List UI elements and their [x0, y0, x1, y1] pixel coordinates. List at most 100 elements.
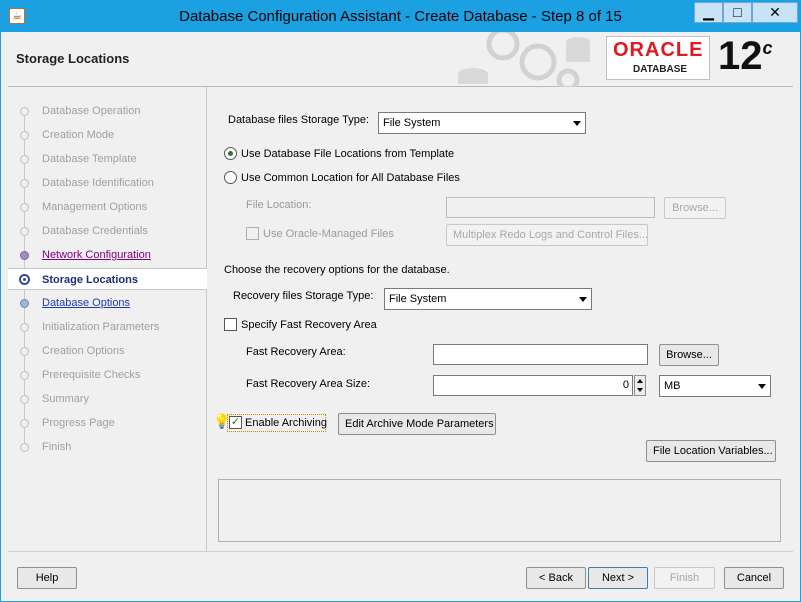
- nav-step-creation-options: Creation Options: [8, 340, 207, 362]
- fast-recovery-area-browse-button[interactable]: Browse...: [659, 344, 719, 366]
- db-storage-type-select[interactable]: File System: [378, 112, 586, 134]
- recovery-storage-type-select[interactable]: File System: [384, 288, 592, 310]
- step-status-dot-icon: [20, 107, 29, 116]
- main-content: Database files Storage Type: File System…: [208, 87, 793, 551]
- nav-step-initialization-parameters: Initialization Parameters: [8, 316, 207, 338]
- wizard-footer: Help < Back Next > Finish Cancel: [8, 551, 793, 596]
- file-location-browse-button[interactable]: Browse...: [664, 197, 726, 219]
- nav-step-prerequisite-checks: Prerequisite Checks: [8, 364, 207, 386]
- file-location-input[interactable]: [446, 197, 655, 218]
- edit-archive-mode-button[interactable]: Edit Archive Mode Parameters: [338, 413, 496, 435]
- nav-step-finish: Finish: [8, 436, 207, 458]
- nav-step-label[interactable]: Database Options: [42, 292, 130, 314]
- nav-step-progress-page: Progress Page: [8, 412, 207, 434]
- db-storage-type-label: Database files Storage Type:: [228, 114, 370, 126]
- gears-graphic-icon: [458, 32, 590, 87]
- oracle-product-text: DATABASE: [633, 64, 688, 75]
- step-status-dot-icon: [20, 251, 29, 260]
- recovery-storage-type-value: File System: [389, 293, 447, 305]
- step-status-dot-icon: [20, 371, 29, 380]
- step-status-dot-icon: [20, 347, 29, 356]
- step-status-dot-icon: [20, 323, 29, 332]
- recovery-options-heading: Choose the recovery options for the data…: [224, 264, 450, 276]
- nav-step-label: Database Operation: [42, 105, 141, 117]
- dbca-window: ☕ Database Configuration Assistant - Cre…: [0, 0, 801, 602]
- nav-step-label: Database Identification: [42, 177, 154, 189]
- nav-step-database-operation: Database Operation: [8, 100, 207, 122]
- step-status-dot-icon: [20, 443, 29, 452]
- nav-step-label: Management Options: [42, 201, 148, 213]
- step-status-dot-icon: [20, 227, 29, 236]
- nav-step-label: Creation Mode: [42, 129, 115, 141]
- oracle-managed-files-checkbox[interactable]: [246, 227, 259, 240]
- file-location-variables-button[interactable]: File Location Variables...: [646, 440, 776, 462]
- next-button[interactable]: Next >: [588, 567, 648, 589]
- version-badge: 12c: [718, 34, 773, 79]
- fast-recovery-size-spinner[interactable]: [634, 375, 646, 396]
- nav-step-management-options: Management Options: [8, 196, 207, 218]
- maximize-button[interactable]: □: [723, 2, 752, 23]
- page-title: Storage Locations: [16, 51, 130, 66]
- spinner-up-icon[interactable]: [637, 379, 643, 383]
- radio-use-template-label[interactable]: Use Database File Locations from Templat…: [241, 148, 454, 160]
- file-location-label: File Location:: [246, 199, 312, 211]
- step-status-dot-icon: [20, 179, 29, 188]
- radio-use-template-locations[interactable]: [224, 147, 237, 160]
- nav-step-label: Summary: [42, 393, 90, 405]
- step-navigation: Database Operation Creation Mode Database …: [8, 87, 207, 551]
- spinner-down-icon[interactable]: [637, 388, 643, 392]
- fast-recovery-unit-value: MB: [664, 380, 681, 392]
- fast-recovery-area-label: Fast Recovery Area:: [246, 346, 346, 358]
- enable-archiving-label[interactable]: Enable Archiving: [245, 417, 327, 429]
- db-storage-type-value: File System: [383, 117, 441, 129]
- step-status-dot-icon: [20, 419, 29, 428]
- fast-recovery-area-input[interactable]: [433, 344, 648, 365]
- nav-step-label: Finish: [42, 441, 72, 453]
- fast-recovery-area-checkbox[interactable]: [224, 318, 237, 331]
- minimize-button[interactable]: ▁: [694, 2, 723, 23]
- chevron-down-icon: [579, 297, 587, 302]
- page-header: Storage Locations ORACLE DATABASE 12c: [8, 32, 793, 87]
- recovery-storage-type-label: Recovery files Storage Type:: [233, 290, 374, 302]
- title-bar[interactable]: ☕ Database Configuration Assistant - Cre…: [1, 1, 800, 32]
- fast-recovery-area-check-label[interactable]: Specify Fast Recovery Area: [241, 319, 377, 331]
- nav-step-summary: Summary: [8, 388, 207, 410]
- finish-button[interactable]: Finish: [654, 567, 715, 589]
- nav-step-label[interactable]: Storage Locations: [42, 269, 138, 291]
- nav-step-creation-mode: Creation Mode: [8, 124, 207, 146]
- nav-step-network-configuration[interactable]: Network Configuration: [8, 244, 207, 266]
- version-suffix: c: [762, 38, 773, 58]
- version-number: 12: [718, 34, 763, 78]
- radio-use-common-location[interactable]: [224, 171, 237, 184]
- nav-step-database-options[interactable]: Database Options: [8, 292, 207, 314]
- message-pane: [218, 479, 781, 542]
- nav-step-label: Progress Page: [42, 417, 115, 429]
- oracle-managed-files-label: Use Oracle-Managed Files: [263, 228, 394, 240]
- nav-step-label: Creation Options: [42, 345, 125, 357]
- step-status-dot-icon: [19, 274, 30, 285]
- radio-use-common-label[interactable]: Use Common Location for All Database Fil…: [241, 172, 460, 184]
- nav-step-storage-locations[interactable]: Storage Locations: [8, 268, 207, 290]
- chevron-down-icon: [573, 121, 581, 126]
- fast-recovery-size-label: Fast Recovery Area Size:: [246, 378, 371, 390]
- window-title: Database Configuration Assistant - Creat…: [179, 8, 622, 25]
- fast-recovery-size-input[interactable]: 0: [433, 375, 633, 396]
- step-status-dot-icon: [20, 299, 29, 308]
- close-button[interactable]: ✕: [752, 2, 798, 23]
- oracle-brand-text: ORACLE: [613, 39, 704, 61]
- help-button[interactable]: Help: [17, 567, 77, 589]
- fast-recovery-unit-select[interactable]: MB: [659, 375, 771, 397]
- nav-step-label[interactable]: Network Configuration: [42, 244, 151, 266]
- oracle-logo: ORACLE DATABASE: [606, 36, 710, 80]
- multiplex-redo-logs-button[interactable]: Multiplex Redo Logs and Control Files...: [446, 224, 648, 246]
- nav-step-database-credentials: Database Credentials: [8, 220, 207, 242]
- enable-archiving-checkbox[interactable]: ✓: [229, 416, 242, 429]
- back-button[interactable]: < Back: [526, 567, 586, 589]
- chevron-down-icon: [758, 384, 766, 389]
- nav-step-database-identification: Database Identification: [8, 172, 207, 194]
- lightbulb-hint-icon[interactable]: 💡: [213, 413, 230, 429]
- step-status-dot-icon: [20, 395, 29, 404]
- cancel-button[interactable]: Cancel: [724, 567, 784, 589]
- step-status-dot-icon: [20, 155, 29, 164]
- step-status-dot-icon: [20, 203, 29, 212]
